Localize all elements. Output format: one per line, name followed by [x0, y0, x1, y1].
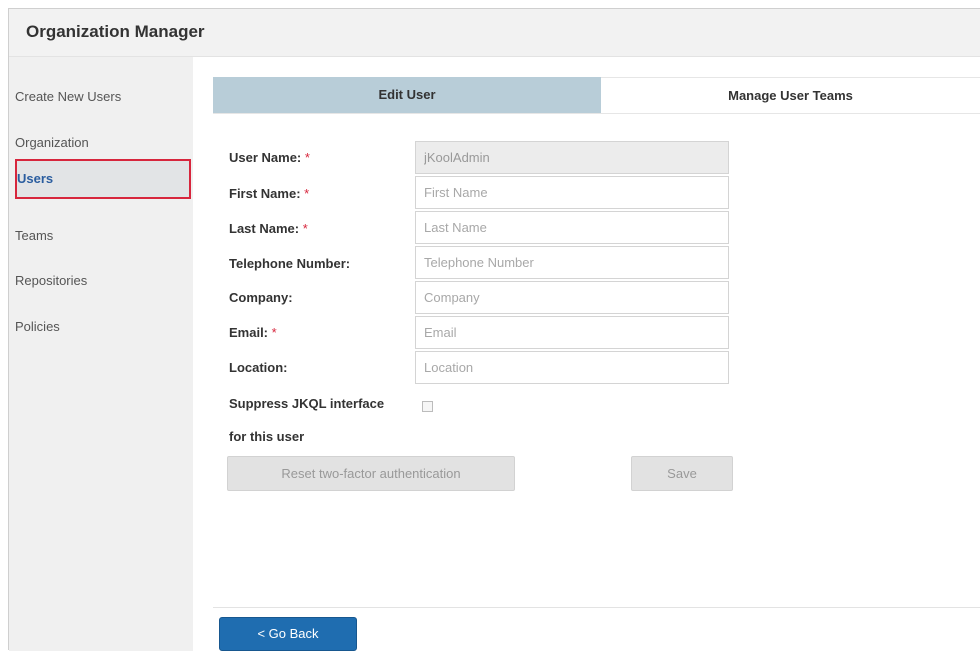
sidebar: Create New Users Organization Users Team…	[9, 57, 193, 651]
user-name-label-text: User Name:	[229, 150, 302, 165]
required-marker: *	[271, 325, 277, 340]
sidebar-item-create-new-users[interactable]: Create New Users	[9, 77, 193, 117]
required-marker: *	[304, 186, 310, 201]
go-back-button[interactable]: < Go Back	[219, 617, 357, 651]
company-field[interactable]	[415, 281, 729, 314]
first-name-label-text: First Name:	[229, 186, 301, 201]
last-name-field[interactable]	[415, 211, 729, 244]
suppress-jkql-checkbox[interactable]	[422, 401, 433, 412]
company-label: Company:	[229, 290, 293, 305]
telephone-label: Telephone Number:	[229, 256, 351, 271]
email-label-text: Email:	[229, 325, 269, 340]
required-marker: *	[302, 221, 308, 236]
first-name-field[interactable]	[415, 176, 729, 209]
telephone-field[interactable]	[415, 246, 729, 279]
sidebar-item-repositories[interactable]: Repositories	[9, 261, 193, 301]
app-title: Organization Manager	[26, 22, 205, 41]
location-label: Location:	[229, 360, 288, 375]
sidebar-item-teams[interactable]: Teams	[9, 216, 193, 256]
footer-divider	[213, 607, 980, 608]
email-label: Email: *	[229, 325, 277, 340]
required-marker: *	[304, 150, 310, 165]
last-name-label: Last Name: *	[229, 221, 308, 236]
last-name-label-text: Last Name:	[229, 221, 300, 236]
suppress-jkql-label-line2: for this user	[229, 429, 305, 444]
first-name-label: First Name: *	[229, 186, 309, 201]
sidebar-item-organization[interactable]: Organization	[9, 123, 193, 163]
user-name-label: User Name: *	[229, 150, 310, 165]
save-button[interactable]: Save	[631, 456, 733, 491]
tab-manage-user-teams[interactable]: Manage User Teams	[601, 77, 980, 113]
sidebar-item-users[interactable]: Users	[15, 159, 191, 199]
tab-edit-user[interactable]: Edit User	[213, 77, 601, 113]
email-field[interactable]	[415, 316, 729, 349]
tab-bar: Edit User Manage User Teams	[213, 77, 980, 114]
sidebar-item-policies[interactable]: Policies	[9, 307, 193, 347]
app-header: Organization Manager	[9, 9, 980, 57]
app-window: Organization Manager Create New Users Or…	[8, 8, 980, 651]
reset-two-factor-button[interactable]: Reset two-factor authentication	[227, 456, 515, 491]
location-field[interactable]	[415, 351, 729, 384]
suppress-jkql-label: Suppress JKQL interface	[229, 396, 385, 411]
user-name-field[interactable]	[415, 141, 729, 174]
